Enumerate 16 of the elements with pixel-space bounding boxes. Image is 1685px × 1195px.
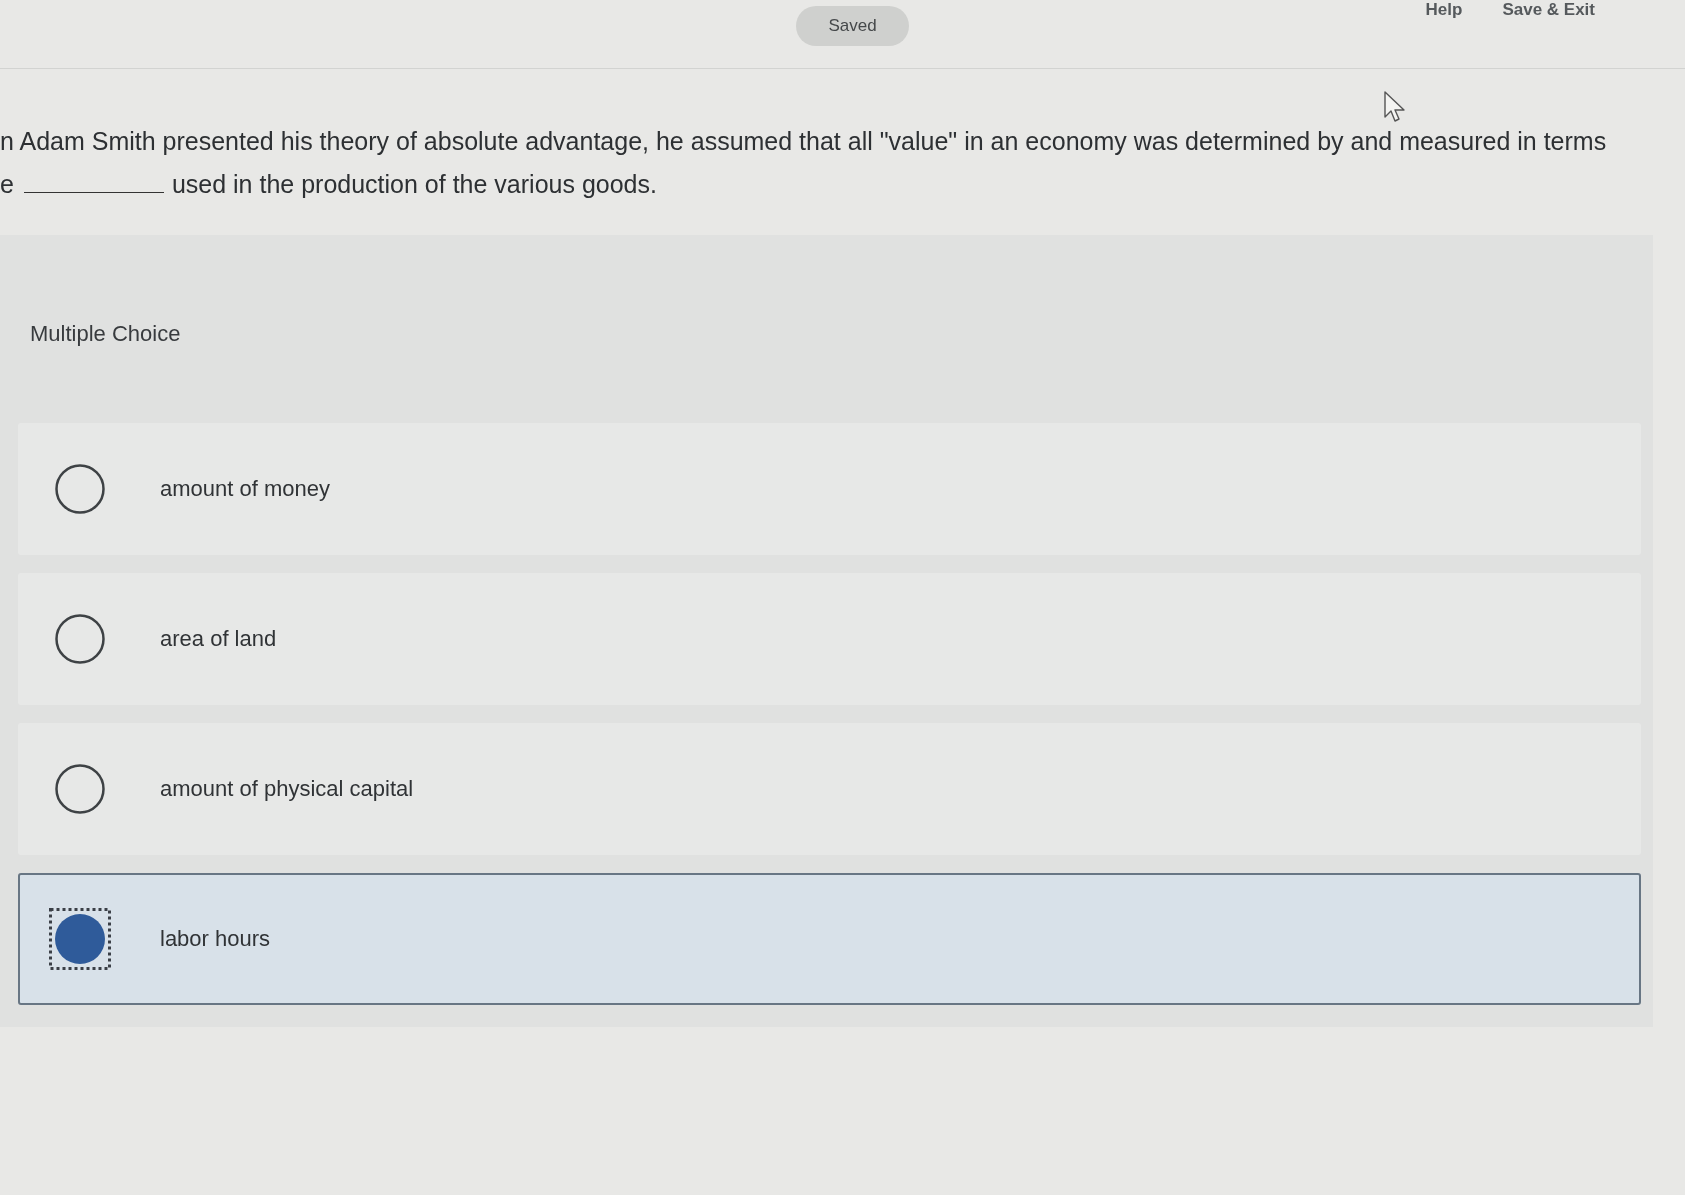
radio-button[interactable] (55, 764, 105, 814)
header-link[interactable]: Help (1425, 0, 1463, 20)
header-link[interactable]: Save & Exit (1502, 0, 1595, 20)
radio-button[interactable] (49, 908, 111, 970)
answer-option[interactable]: amount of money (18, 423, 1641, 555)
question-type-label: Multiple Choice (30, 321, 181, 347)
question-text: n Adam Smith presented his theory of absolute advantage, he assumed that all "value" in an economy was determined by and measured in terms (0, 127, 1607, 156)
mouse-pointer-icon (1384, 91, 1406, 123)
answer-option[interactable]: labor hours (18, 873, 1641, 1005)
saved-status: Saved (796, 6, 909, 46)
question-text: e (0, 170, 14, 199)
radio-button[interactable] (55, 464, 105, 514)
answer-option[interactable]: amount of physical capital (18, 723, 1641, 855)
radio-button[interactable] (55, 614, 105, 664)
question-text: used in the production of the various goods. (171, 170, 657, 199)
answer-option[interactable]: area of land (18, 573, 1641, 705)
